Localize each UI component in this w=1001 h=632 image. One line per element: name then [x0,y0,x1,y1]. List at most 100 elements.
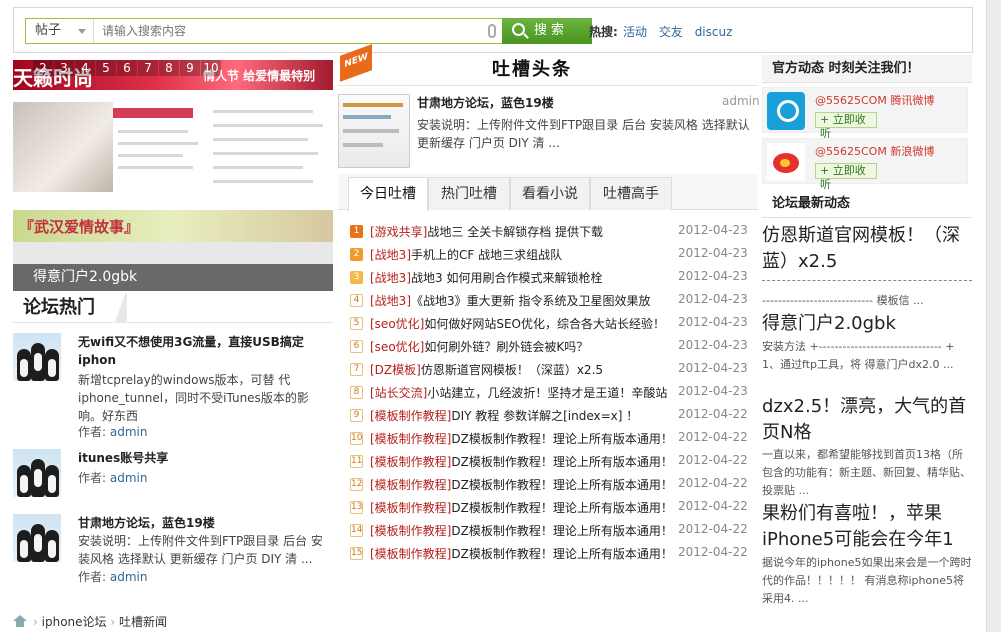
category-tag[interactable]: [模板制作教程] [370,524,451,538]
category-tag[interactable]: [站长交流] [370,386,427,400]
list-item[interactable]: 14 [模板制作教程]DZ模板制作教程！理论上所有版本通用！ 2012-04-22 [348,521,748,543]
sina-weibo-icon[interactable] [767,143,805,181]
hot-link-dating[interactable]: 交友 [659,25,683,39]
search-scope-select[interactable]: 帖子 [26,19,94,43]
tab-hot[interactable]: 热门吐槽 [428,177,510,210]
list-item-title[interactable]: 《战地3》重大更新 指令系统及卫星图效果放 [411,294,650,308]
slide-caption[interactable]: 得意门户2.0gbk [13,264,333,291]
list-item-link[interactable]: [模板制作教程]DZ模板制作教程！理论上所有版本通用！ [370,499,673,516]
category-tag[interactable]: [模板制作教程] [370,409,451,423]
list-item[interactable]: 7 [DZ模板]仿恩斯道官网模板！（深蓝）x2.5 2012-04-23 [348,360,748,382]
list-item-link[interactable]: [seo优化]如何做好网站SEO优化，综合各大站长经验！ [370,315,665,332]
tab-experts[interactable]: 吐槽高手 [590,177,672,210]
author-link[interactable]: admin [110,471,148,485]
slide-pager-item[interactable]: 6 [117,60,137,76]
penguin-thumbnail[interactable] [13,449,61,497]
list-item[interactable]: 5 [seo优化]如何做好网站SEO优化，综合各大站长经验！ 2012-04-23 [348,314,748,336]
list-item[interactable]: 13 [模板制作教程]DZ模板制作教程！理论上所有版本通用！ 2012-04-22 [348,498,748,520]
list-item-link[interactable]: [游戏共享]战地三 全关卡解锁存档 提供下载 [370,223,603,240]
category-tag[interactable]: [战地3] [370,271,411,285]
category-tag[interactable]: [seo优化] [370,340,424,354]
slide-pager-item[interactable]: 2 [33,60,53,76]
news-thumbnail[interactable] [338,94,410,168]
list-item-title[interactable]: 如何刷外链？刷外链会被K吗？ [424,340,588,354]
tencent-weibo-icon[interactable] [767,92,805,130]
latest-news-title[interactable]: 仿恩斯道官网模板！（深蓝）x2.5 [762,223,972,275]
featured-news-title[interactable]: 甘肃地方论坛，蓝色19楼 [417,94,554,111]
slide-pager-item[interactable]: 9 [180,60,200,76]
list-item[interactable]: 9 [模板制作教程]DIY 教程 参数详解之[index=x] ！ 2012-04-… [348,406,748,428]
list-item-title[interactable]: 仿恩斯道官网模板！（深蓝）x2.5 [421,363,603,377]
list-item[interactable]: 8 [站长交流]小站建立，几经波折！坚持才是王道！辛酸站 2012-04-23 [348,383,748,405]
penguin-thumbnail[interactable] [13,333,61,381]
breadcrumb-news[interactable]: 吐槽新闻 [119,615,167,629]
category-tag[interactable]: [模板制作教程] [370,455,451,469]
category-tag[interactable]: [seo优化] [370,317,424,331]
list-item-title[interactable]: DZ模板制作教程！理论上所有版本通用！ [451,432,672,446]
list-item-title[interactable]: DZ模板制作教程！理论上所有版本通用！ [451,478,672,492]
list-item-title[interactable]: DZ模板制作教程！理论上所有版本通用！ [451,547,672,561]
latest-news-title[interactable]: 果粉们有喜啦！，苹果iPhone5可能会在今年1 [762,501,972,553]
list-item-link[interactable]: [模板制作教程]DIY 教程 参数详解之[index=x] ！ [370,407,638,424]
slide-pager-item[interactable]: 4 [75,60,95,76]
tab-novels[interactable]: 看看小说 [510,177,590,210]
list-item-link[interactable]: [站长交流]小站建立，几经波折！坚持才是王道！辛酸站 [370,384,667,401]
list-item-title[interactable]: 小站建立，几经波折！坚持才是王道！辛酸站 [427,386,667,400]
slide-pager-item[interactable]: 10 [201,60,221,76]
list-item-title[interactable]: 战地三 全关卡解锁存档 提供下载 [427,225,603,239]
list-item-link[interactable]: [战地3]手机上的CF 战地三求组战队 [370,246,562,263]
list-item-link[interactable]: [模板制作教程]DZ模板制作教程！理论上所有版本通用！ [370,453,673,470]
hot-item-title[interactable]: itunes账号共享 [78,449,330,467]
home-icon[interactable] [13,615,27,627]
hot-link-activity[interactable]: 活动 [623,25,647,39]
list-item-title[interactable]: DZ模板制作教程！理论上所有版本通用！ [451,524,672,538]
category-tag[interactable]: [模板制作教程] [370,478,451,492]
hot-item-title[interactable]: 甘肃地方论坛，蓝色19楼 [78,514,330,532]
microphone-icon[interactable] [488,24,496,38]
list-item-title[interactable]: 战地3 如何用刷合作模式来解锁枪栓 [411,271,602,285]
category-tag[interactable]: [战地3] [370,294,411,308]
featured-news-author[interactable]: admin [722,94,760,108]
list-item-link[interactable]: [战地3]《战地3》重大更新 指令系统及卫星图效果放 [370,292,650,309]
list-item[interactable]: 2 [战地3]手机上的CF 战地三求组战队 2012-04-23 [348,245,748,267]
list-item-title[interactable]: DIY 教程 参数详解之[index=x] ！ [451,409,638,423]
slide-pager-item[interactable]: 3 [54,60,74,76]
page-scrollbar[interactable] [986,0,1001,632]
list-item[interactable]: 4 [战地3]《战地3》重大更新 指令系统及卫星图效果放 2012-04-23 [348,291,748,313]
list-item[interactable]: 1 [游戏共享]战地三 全关卡解锁存档 提供下载 2012-04-23 [348,222,748,244]
author-link[interactable]: admin [110,425,148,439]
list-item[interactable]: 15 [模板制作教程]DZ模板制作教程！理论上所有版本通用！ 2012-04-22 [348,544,748,566]
breadcrumb-forum[interactable]: iphone论坛 [42,615,107,629]
list-item-link[interactable]: [模板制作教程]DZ模板制作教程！理论上所有版本通用！ [370,430,673,447]
search-button[interactable]: 搜索 [502,18,592,44]
latest-news-title[interactable]: 得意门户2.0gbk [762,311,972,337]
category-tag[interactable]: [游戏共享] [370,225,427,239]
list-item[interactable]: 10 [模板制作教程]DZ模板制作教程！理论上所有版本通用！ 2012-04-22 [348,429,748,451]
search-input[interactable] [102,19,482,43]
slide-pager-item[interactable]: 5 [96,60,116,76]
list-item[interactable]: 3 [战地3]战地3 如何用刷合作模式来解锁枪栓 2012-04-23 [348,268,748,290]
category-tag[interactable]: [模板制作教程] [370,432,451,446]
category-tag[interactable]: [模板制作教程] [370,501,451,515]
slide-pager-item[interactable]: 8 [159,60,179,76]
list-item[interactable]: 12 [模板制作教程]DZ模板制作教程！理论上所有版本通用！ 2012-04-22 [348,475,748,497]
hot-item-title[interactable]: 无wifi又不想使用3G流量，直接USB搞定iphon [78,333,330,369]
category-tag[interactable]: [DZ模板] [370,363,421,377]
sina-weibo-name[interactable]: @55625COM 新浪微博 [815,143,934,159]
list-item-link[interactable]: [DZ模板]仿恩斯道官网模板！（深蓝）x2.5 [370,361,603,378]
hot-link-discuz[interactable]: discuz [695,25,733,39]
list-item[interactable]: 6 [seo优化]如何刷外链？刷外链会被K吗？ 2012-04-23 [348,337,748,359]
category-tag[interactable]: [模板制作教程] [370,547,451,561]
list-item-title[interactable]: DZ模板制作教程！理论上所有版本通用！ [451,455,672,469]
tencent-follow-button[interactable]: + 立即收听 [815,112,877,140]
tencent-weibo-name[interactable]: @55625COM 腾讯微博 [815,92,934,108]
list-item-link[interactable]: [模板制作教程]DZ模板制作教程！理论上所有版本通用！ [370,522,673,539]
author-link[interactable]: admin [110,570,148,584]
slide-pager-item[interactable]: 7 [138,60,158,76]
list-item-link[interactable]: [seo优化]如何刷外链？刷外链会被K吗？ [370,338,588,355]
list-item-title[interactable]: DZ模板制作教程！理论上所有版本通用！ [451,501,672,515]
list-item-title[interactable]: 手机上的CF 战地三求组战队 [411,248,562,262]
list-item-title[interactable]: 如何做好网站SEO优化，综合各大站长经验！ [424,317,665,331]
list-item[interactable]: 11 [模板制作教程]DZ模板制作教程！理论上所有版本通用！ 2012-04-22 [348,452,748,474]
slideshow[interactable]: 天籁时尚 情人节 给爱情最特别 2 3 4 5 6 7 8 9 10 『武汉爱情… [13,60,333,291]
